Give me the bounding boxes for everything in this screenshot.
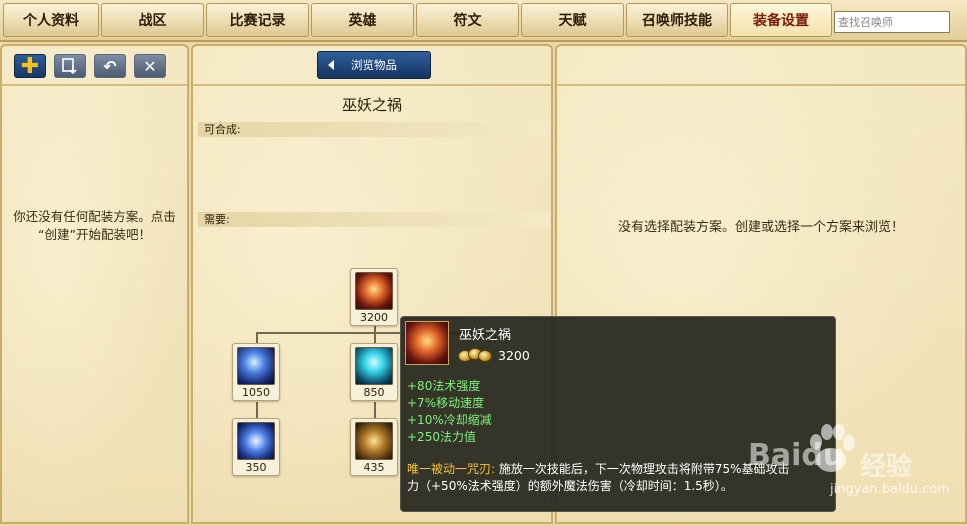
- recipe-component-item[interactable]: 1050: [232, 343, 280, 401]
- no-set-selected-message: 没有选择配装方案。创建或选择一个方案来浏览！: [617, 220, 904, 235]
- plus-icon: ✚: [20, 53, 40, 79]
- back-arrow-icon: [328, 60, 334, 70]
- no-item-sets-message: 你还没有任何配装方案。点击 “创建”开始配装吧！: [2, 208, 187, 244]
- lich-bane-icon: [355, 272, 393, 310]
- sheen-icon: [355, 347, 393, 385]
- save-set-button[interactable]: [54, 54, 86, 78]
- passive-name: 唯一被动一咒刃:: [407, 462, 496, 476]
- item-price: 850: [363, 386, 385, 399]
- lich-bane-icon: [405, 321, 449, 365]
- item-price: 435: [363, 461, 385, 474]
- tab-masteries[interactable]: 天赋: [521, 3, 624, 37]
- summoner-search-input[interactable]: [834, 11, 950, 33]
- recipe-component-item[interactable]: 435: [350, 418, 398, 476]
- item-title: 巫妖之祸: [341, 96, 402, 114]
- stat-line: +80法术强度: [407, 379, 481, 393]
- create-set-button[interactable]: ✚: [14, 53, 46, 79]
- undo-button[interactable]: ↶: [94, 54, 126, 78]
- tab-match-history[interactable]: 比赛记录: [206, 3, 309, 37]
- header-divider: [557, 84, 965, 86]
- tab-summoner-spells[interactable]: 召唤师技能: [626, 3, 728, 37]
- sapphire-crystal-icon: [237, 422, 275, 460]
- header-divider: [193, 84, 551, 86]
- item-price: 350: [245, 461, 267, 474]
- recipe-component-item[interactable]: 850: [350, 343, 398, 401]
- item-set-list-panel: ✚ ↶ ✕ 你还没有任何配装方案。点击 “创建”开始配装吧！: [0, 44, 189, 524]
- tab-item-sets[interactable]: 装备设置: [730, 3, 832, 37]
- item-price: 1050: [242, 386, 270, 399]
- recipe-root-item[interactable]: 3200: [350, 268, 398, 326]
- tab-champions[interactable]: 英雄: [311, 3, 414, 37]
- item-price: 3200: [360, 311, 388, 324]
- stat-line: +7%移动速度: [407, 396, 485, 410]
- tooltip-item-name: 巫妖之祸: [459, 328, 512, 343]
- stat-line: +250法力值: [407, 430, 476, 444]
- browse-items-button[interactable]: 浏览物品: [317, 51, 431, 79]
- aether-wisp-icon: [237, 347, 275, 385]
- amplifying-tome-icon: [355, 422, 393, 460]
- stat-line: +10%冷却缩减: [407, 413, 492, 427]
- gold-coin-icon: [478, 350, 492, 362]
- requires-label: 需要:: [198, 212, 550, 227]
- tab-profile[interactable]: 个人资料: [3, 3, 99, 37]
- tooltip-passive-description: 唯一被动一咒刃: 施放一次技能后，下一次物理攻击将附带75%基础攻击力（+50%…: [407, 461, 831, 495]
- tooltip-item-price: 3200: [498, 348, 530, 363]
- recipe-component-item[interactable]: 350: [232, 418, 280, 476]
- passive-text-1: 施放一次技能后，下一次物理攻击将附带75%基础攻击: [495, 462, 790, 476]
- browse-items-label: 浏览物品: [351, 58, 397, 72]
- builds-into-label: 可合成:: [198, 122, 550, 137]
- empty-message-line-1: 你还没有任何配装方案。点击: [13, 209, 176, 224]
- item-tooltip: 巫妖之祸 3200 +80法术强度 +7%移动速度 +10%冷却缩减 +250法…: [400, 316, 836, 512]
- empty-message-line-2: “创建”开始配装吧！: [38, 227, 151, 242]
- delete-set-button[interactable]: ✕: [134, 54, 166, 78]
- tab-runes[interactable]: 符文: [416, 3, 519, 37]
- top-tab-bar: 个人资料 战区 比赛记录 英雄 符文 天赋 召唤师技能 装备设置: [0, 0, 967, 42]
- save-down-icon: [62, 58, 77, 75]
- passive-text-2: 力（+50%法术强度）的额外魔法伤害（冷却时间：1.5秒）。: [407, 479, 733, 493]
- toolbar-divider: [2, 84, 187, 86]
- tab-leagues[interactable]: 战区: [101, 3, 204, 37]
- close-icon: ✕: [143, 56, 157, 76]
- undo-icon: ↶: [103, 56, 117, 76]
